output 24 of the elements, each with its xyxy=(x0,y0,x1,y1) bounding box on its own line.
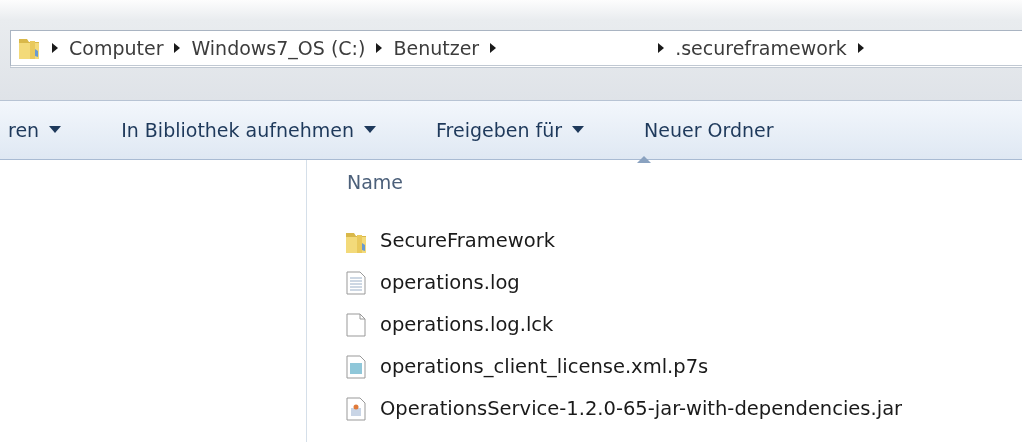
text-file-icon xyxy=(344,271,368,295)
toolbar-button[interactable]: In Bibliothek aufnehmen xyxy=(121,115,376,145)
file-name[interactable]: operations.log.lck xyxy=(380,310,554,340)
separator-arrow-icon[interactable] xyxy=(173,42,182,54)
breadcrumb-segment[interactable]: Windows7_OS (C:) xyxy=(191,33,366,63)
toolbar-button[interactable]: Neuer Ordner xyxy=(644,115,774,145)
column-header[interactable]: Name xyxy=(347,167,404,197)
breadcrumb-segment[interactable]: Computer xyxy=(69,33,164,63)
file-name[interactable]: SecureFramework xyxy=(380,226,555,256)
toolbar-button[interactable]: Freigeben für xyxy=(436,115,585,145)
jar-file-icon xyxy=(344,397,368,421)
separator-arrow-icon[interactable] xyxy=(657,42,666,54)
file-name[interactable]: operations_client_license.xml.p7s xyxy=(380,352,709,382)
separator-arrow-icon[interactable] xyxy=(51,42,59,54)
separator-arrow-icon[interactable] xyxy=(375,42,384,54)
breadcrumb-segment[interactable]: Benutzer xyxy=(393,33,480,63)
certificate-file-icon xyxy=(344,355,368,379)
separator-arrow-icon[interactable] xyxy=(489,42,498,54)
separator-arrow-icon[interactable] xyxy=(856,42,865,54)
toolbar-button[interactable]: ren xyxy=(8,115,62,145)
breadcrumb-segment[interactable]: .secureframework xyxy=(675,33,847,63)
blank-file-icon xyxy=(344,313,368,337)
file-name[interactable]: OperationsService-1.2.0-65-jar-with-dependencies.jar xyxy=(380,394,903,424)
file-name[interactable]: operations.log xyxy=(380,268,520,298)
